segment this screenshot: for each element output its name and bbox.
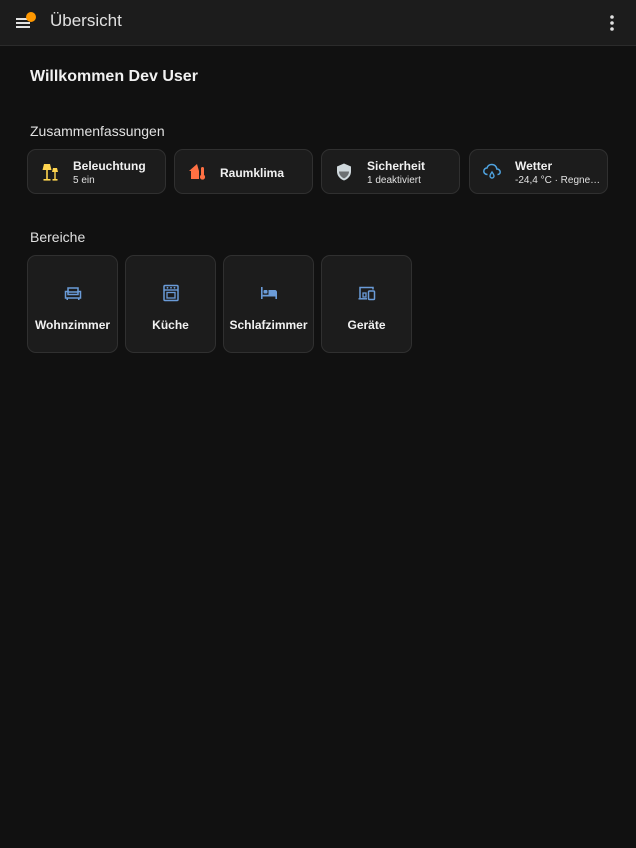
summary-label: Beleuchtung bbox=[73, 159, 146, 173]
floor-lamp-icon bbox=[42, 164, 58, 181]
area-card-wohnzimmer[interactable]: Wohnzimmer bbox=[27, 255, 118, 353]
summary-state: -24,4 °C · Regnerisch bbox=[515, 175, 601, 186]
summary-card-beleuchtung[interactable]: Beleuchtung 5 ein bbox=[27, 149, 166, 194]
top-app-bar: Übersicht bbox=[0, 0, 636, 46]
area-card-geraete[interactable]: Geräte bbox=[321, 255, 412, 353]
areas-section-title: Bereiche bbox=[30, 229, 86, 245]
area-label: Küche bbox=[152, 318, 189, 332]
dots-vertical-icon bbox=[610, 15, 614, 31]
area-label: Wohnzimmer bbox=[34, 318, 111, 332]
summary-label: Wetter bbox=[515, 159, 553, 173]
stove-icon bbox=[163, 284, 179, 302]
area-label: Schlafzimmer bbox=[229, 318, 308, 332]
sofa-icon bbox=[64, 287, 82, 300]
summary-state: 5 ein bbox=[73, 175, 95, 186]
weather-rainy-icon bbox=[483, 163, 501, 179]
more-options-button[interactable] bbox=[600, 12, 624, 34]
home-thermometer-icon bbox=[189, 164, 206, 180]
area-card-schlafzimmer[interactable]: Schlafzimmer bbox=[223, 255, 314, 353]
devices-icon bbox=[358, 286, 376, 301]
area-label: Geräte bbox=[347, 318, 386, 332]
area-card-kueche[interactable]: Küche bbox=[125, 255, 216, 353]
summaries-section-title: Zusammenfassungen bbox=[30, 123, 165, 139]
summary-label: Raumklima bbox=[220, 166, 285, 180]
summary-card-sicherheit[interactable]: Sicherheit 1 deaktiviert bbox=[321, 149, 460, 194]
welcome-heading: Willkommen Dev User bbox=[30, 68, 198, 85]
shield-icon bbox=[337, 163, 351, 181]
summary-card-wetter[interactable]: Wetter -24,4 °C · Regnerisch bbox=[469, 149, 608, 194]
summary-state: 1 deaktiviert bbox=[367, 175, 421, 186]
summary-label: Sicherheit bbox=[367, 159, 426, 173]
page-title: Übersicht bbox=[50, 11, 122, 30]
notification-badge bbox=[26, 12, 36, 22]
summary-card-raumklima[interactable]: Raumklima bbox=[174, 149, 313, 194]
bed-icon bbox=[261, 287, 277, 299]
